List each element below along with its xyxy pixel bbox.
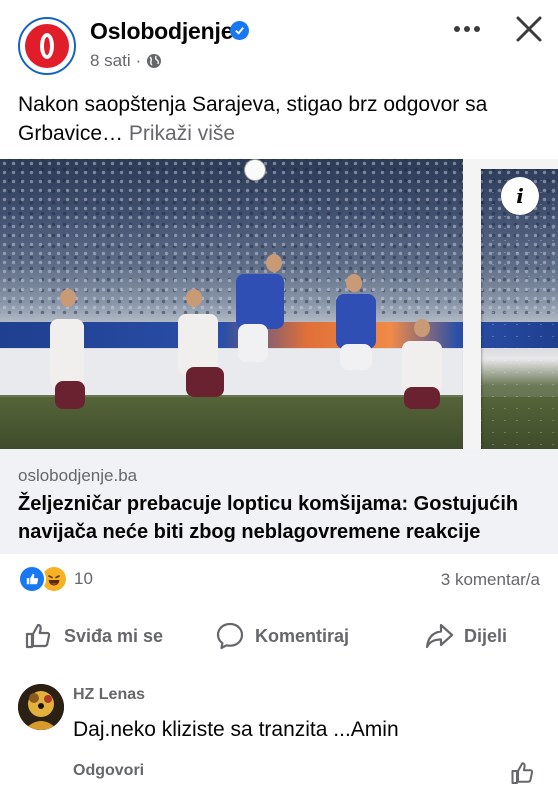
player-head — [414, 319, 430, 337]
verified-badge-icon — [230, 21, 249, 40]
globe-icon — [147, 54, 162, 68]
thumbs-up-icon — [25, 623, 51, 649]
post-text: Nakon saopštenja Sarajeva, stigao brz od… — [18, 90, 543, 148]
player-shorts-blue-2 — [340, 344, 372, 370]
share-button[interactable]: Dijeli — [424, 610, 507, 662]
post-text-body: Nakon saopštenja Sarajeva, stigao brz od… — [18, 93, 488, 145]
player-blue-1 — [236, 274, 284, 329]
player-shorts-2 — [186, 367, 224, 397]
page-avatar[interactable] — [18, 17, 76, 75]
player-head — [346, 274, 362, 292]
comment-like-icon[interactable] — [510, 760, 536, 786]
more-options-icon[interactable] — [448, 18, 486, 40]
comment-text: Daj.neko kliziste sa tranzita ...Amin — [73, 718, 399, 741]
reaction-count: 10 — [74, 569, 93, 588]
info-icon[interactable]: i — [501, 177, 539, 215]
comment-author[interactable]: HZ Lenas — [73, 686, 145, 704]
meta-separator: · — [135, 51, 142, 70]
goal-post — [463, 159, 481, 449]
comment-label: Komentiraj — [255, 625, 350, 646]
player-shorts-3 — [404, 387, 440, 409]
link-title: Željezničar prebacuje lopticu komšijama:… — [18, 493, 519, 543]
goal-crossbar — [463, 159, 558, 169]
see-more-link[interactable]: Prikaži više — [129, 122, 235, 145]
player-head — [266, 254, 282, 272]
player-head — [186, 289, 202, 307]
player-shorts-blue-1 — [238, 324, 268, 362]
post-header: Oslobodjenje 8 sati · — [0, 0, 558, 86]
action-bar: Sviđa mi se Komentiraj Dijeli — [0, 610, 558, 662]
comment-button[interactable]: Komentiraj — [215, 610, 349, 662]
player-shorts-1 — [55, 381, 85, 409]
link-preview[interactable]: oslobodjenje.ba Željezničar prebacuje lo… — [0, 449, 558, 554]
reply-button[interactable]: Odgovori — [73, 762, 144, 780]
player-blue-2 — [336, 294, 376, 349]
like-label: Sviđa mi se — [64, 625, 164, 646]
player-head — [60, 289, 76, 307]
player-white-3 — [402, 341, 442, 393]
post-time[interactable]: 8 sati — [90, 51, 131, 71]
comments-count[interactable]: 3 komentar/a — [441, 570, 540, 590]
link-domain: oslobodjenje.ba — [18, 466, 138, 485]
post-photo[interactable]: i — [0, 159, 558, 449]
commenter-avatar[interactable] — [18, 684, 64, 730]
page-name[interactable]: Oslobodjenje — [90, 18, 233, 45]
like-button[interactable]: Sviđa mi se — [24, 610, 163, 662]
close-icon[interactable] — [512, 12, 546, 46]
comment-bubble-icon — [216, 622, 244, 650]
oslobodjenje-logo-icon — [25, 24, 69, 68]
post-meta: 8 sati · — [90, 51, 162, 71]
player-white-1 — [50, 319, 84, 389]
share-label: Dijeli — [464, 625, 508, 646]
football — [244, 159, 266, 181]
reactions-summary[interactable]: 10 — [18, 565, 93, 593]
like-reaction-icon — [18, 565, 46, 593]
share-arrow-icon — [425, 623, 454, 649]
